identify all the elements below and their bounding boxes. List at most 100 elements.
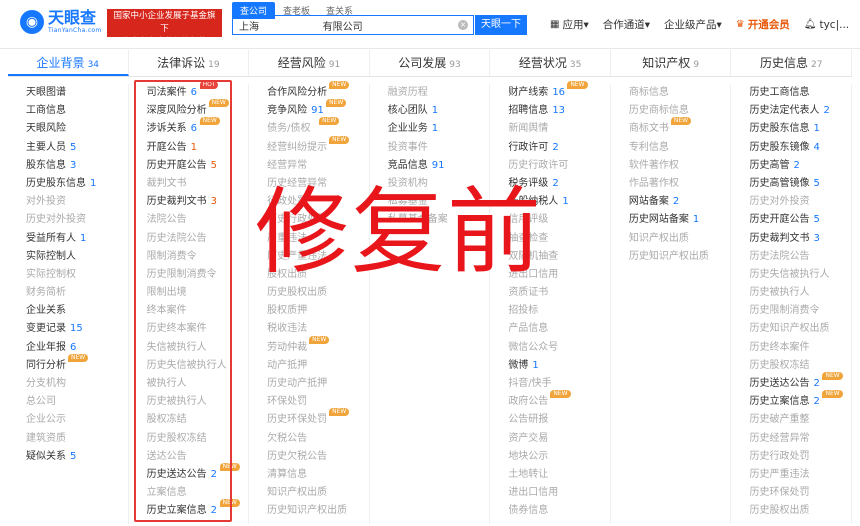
list-item[interactable]: 法院公告 bbox=[147, 211, 249, 229]
list-item[interactable]: 历史工商信息 bbox=[749, 84, 851, 102]
list-item[interactable]: 历史知识产权出质 bbox=[749, 320, 851, 338]
list-item[interactable]: 天眼风险 bbox=[26, 120, 128, 138]
list-item[interactable]: 历史送达公告 2 NEW bbox=[147, 462, 249, 484]
list-item[interactable]: 微博 1 bbox=[508, 357, 610, 375]
list-item[interactable]: 知识产权出质 bbox=[267, 484, 369, 502]
list-item[interactable]: 历史失信被执行人 bbox=[147, 357, 249, 375]
list-item[interactable]: 资产交易 bbox=[508, 430, 610, 448]
list-item[interactable]: 限制出境 bbox=[147, 284, 249, 302]
list-item[interactable]: 历史对外投资 bbox=[26, 211, 128, 229]
list-item[interactable]: 历史对外投资 bbox=[749, 193, 851, 211]
list-item[interactable]: 被执行人 bbox=[147, 375, 249, 393]
list-item[interactable]: 产品信息 bbox=[508, 320, 610, 338]
list-item[interactable]: 天眼图谱 bbox=[26, 84, 128, 102]
list-item[interactable]: 主要人员 5 bbox=[26, 139, 128, 157]
list-item[interactable]: 历史失信被执行人 bbox=[749, 266, 851, 284]
search-input[interactable] bbox=[237, 18, 441, 32]
list-item[interactable]: 历史终本案件 bbox=[749, 339, 851, 357]
list-item[interactable]: 公告研报 bbox=[508, 411, 610, 429]
list-item[interactable]: 历史高管镜像 5 bbox=[749, 175, 851, 193]
list-item[interactable]: 软件著作权 bbox=[629, 157, 731, 175]
nav-enterprise[interactable]: 企业级产品 ▾ bbox=[664, 17, 722, 32]
list-item[interactable]: 企业公示 bbox=[26, 411, 128, 429]
list-item[interactable]: 经营纠纷提示 NEW bbox=[267, 135, 369, 157]
tab-category-3[interactable]: 公司发展 93 bbox=[370, 50, 491, 76]
list-item[interactable]: 历史限制消费令 bbox=[147, 266, 249, 284]
list-item[interactable]: 历史立案信息 2 NEW bbox=[147, 499, 249, 520]
list-item[interactable]: 疑似关系 5 bbox=[26, 448, 128, 466]
list-item[interactable]: 历史开庭公告 5 bbox=[749, 211, 851, 229]
list-item[interactable]: 分支机构 bbox=[26, 375, 128, 393]
list-item[interactable]: 历史股权冻结 bbox=[147, 430, 249, 448]
list-item[interactable]: 竞争风险 91 NEW bbox=[267, 99, 369, 120]
tab-category-1[interactable]: 法律诉讼 19 bbox=[129, 50, 250, 76]
list-item[interactable]: 开庭公告 1 bbox=[147, 139, 249, 157]
clear-icon[interactable]: × bbox=[458, 20, 468, 30]
list-item[interactable]: 网站备案 2 bbox=[629, 193, 731, 211]
tab-category-4[interactable]: 经营状况 35 bbox=[490, 50, 611, 76]
list-item[interactable]: 历史立案信息 2 NEW bbox=[749, 390, 851, 411]
list-item[interactable]: 进出口信用 bbox=[508, 484, 610, 502]
list-item[interactable]: 实际控制权 bbox=[26, 266, 128, 284]
list-item[interactable]: 历史高管 2 bbox=[749, 157, 851, 175]
list-item[interactable]: 竞品信息 91 bbox=[388, 157, 490, 175]
list-item[interactable]: 历史股权出质 bbox=[749, 502, 851, 520]
list-item[interactable]: 股东信息 3 bbox=[26, 157, 128, 175]
list-item[interactable]: 经营异常 bbox=[267, 157, 369, 175]
nav-user[interactable]: 🔔︎ tyc|... bbox=[804, 19, 849, 31]
list-item[interactable]: 历史股东信息 1 bbox=[26, 175, 128, 193]
list-item[interactable]: 商标文书 NEW bbox=[629, 117, 731, 138]
list-item[interactable]: 历史动产抵押 bbox=[267, 375, 369, 393]
list-item[interactable]: 作品著作权 bbox=[629, 175, 731, 193]
list-item[interactable]: 核心团队 1 bbox=[388, 102, 490, 120]
list-item[interactable]: 劳动仲裁 NEW bbox=[267, 335, 369, 357]
list-item[interactable]: 知识产权出质 bbox=[629, 230, 731, 248]
list-item[interactable]: 历史知识产权出质 bbox=[629, 248, 731, 266]
list-item[interactable]: 历史严重违法 bbox=[749, 466, 851, 484]
nav-partner[interactable]: 合作通道 ▾ bbox=[603, 17, 650, 32]
list-item[interactable]: 政府公告 NEW bbox=[508, 390, 610, 411]
nav-apps[interactable]: ▦ 应用 ▾ bbox=[550, 17, 589, 32]
list-item[interactable]: 历史裁判文书 3 bbox=[147, 193, 249, 211]
logo[interactable]: ◉ 天眼查 TianYanCha.com bbox=[20, 9, 102, 35]
list-item[interactable]: 历史股东信息 1 bbox=[749, 120, 851, 138]
list-item[interactable]: 终本案件 bbox=[147, 302, 249, 320]
list-item[interactable]: 受益所有人 1 bbox=[26, 230, 128, 248]
list-item[interactable]: 同行分析 NEW bbox=[26, 353, 128, 375]
list-item[interactable]: 历史知识产权出质 bbox=[267, 502, 369, 520]
list-item[interactable]: 财务简析 bbox=[26, 284, 128, 302]
list-item[interactable]: 商标信息 bbox=[629, 84, 731, 102]
nav-vip[interactable]: ♛ 开通会员 bbox=[736, 17, 790, 32]
list-item[interactable]: 新闻舆情 bbox=[508, 120, 610, 138]
list-item[interactable]: 合作风险分析 NEW bbox=[267, 81, 369, 102]
list-item[interactable]: 历史开庭公告 5 bbox=[147, 157, 249, 175]
list-item[interactable]: 建筑资质 bbox=[26, 430, 128, 448]
list-item[interactable]: 历史法定代表人 2 bbox=[749, 102, 851, 120]
list-item[interactable]: 历史行政许可 bbox=[508, 157, 610, 175]
list-item[interactable]: 企业关系 bbox=[26, 302, 128, 320]
list-item[interactable]: 历史经营异常 bbox=[749, 430, 851, 448]
list-item[interactable]: 环保处罚 bbox=[267, 393, 369, 411]
list-item[interactable]: 债券信息 bbox=[508, 502, 610, 520]
list-item[interactable]: 历史股东镜像 4 bbox=[749, 139, 851, 157]
list-item[interactable]: 对外投资 bbox=[26, 193, 128, 211]
list-item[interactable]: 债务/债权 NEW bbox=[267, 117, 369, 138]
list-item[interactable]: 实际控制人 bbox=[26, 248, 128, 266]
list-item[interactable]: 招投标 bbox=[508, 302, 610, 320]
list-item[interactable]: 土地转让 bbox=[508, 466, 610, 484]
list-item[interactable]: 变更记录 15 bbox=[26, 320, 128, 338]
list-item[interactable]: 行政许可 2 bbox=[508, 139, 610, 157]
search-button[interactable]: 天眼一下 bbox=[475, 15, 527, 35]
list-item[interactable]: 司法案件 6 HOT bbox=[147, 81, 249, 102]
list-item[interactable]: 欠税公告 bbox=[267, 430, 369, 448]
bell-icon[interactable]: 🔔︎ bbox=[804, 19, 817, 30]
list-item[interactable]: 历史法院公告 bbox=[147, 230, 249, 248]
list-item[interactable]: 涉诉关系 6 NEW bbox=[147, 117, 249, 138]
list-item[interactable]: 财产线索 16 NEW bbox=[508, 81, 610, 102]
list-item[interactable]: 历史行政处罚 bbox=[749, 448, 851, 466]
list-item[interactable]: 历史欠税公告 bbox=[267, 448, 369, 466]
list-item[interactable]: 股权冻结 bbox=[147, 411, 249, 429]
list-item[interactable]: 历史环保处罚 NEW bbox=[267, 408, 369, 429]
list-item[interactable]: 融资历程 bbox=[388, 84, 490, 102]
list-item[interactable]: 历史裁判文书 3 bbox=[749, 230, 851, 248]
